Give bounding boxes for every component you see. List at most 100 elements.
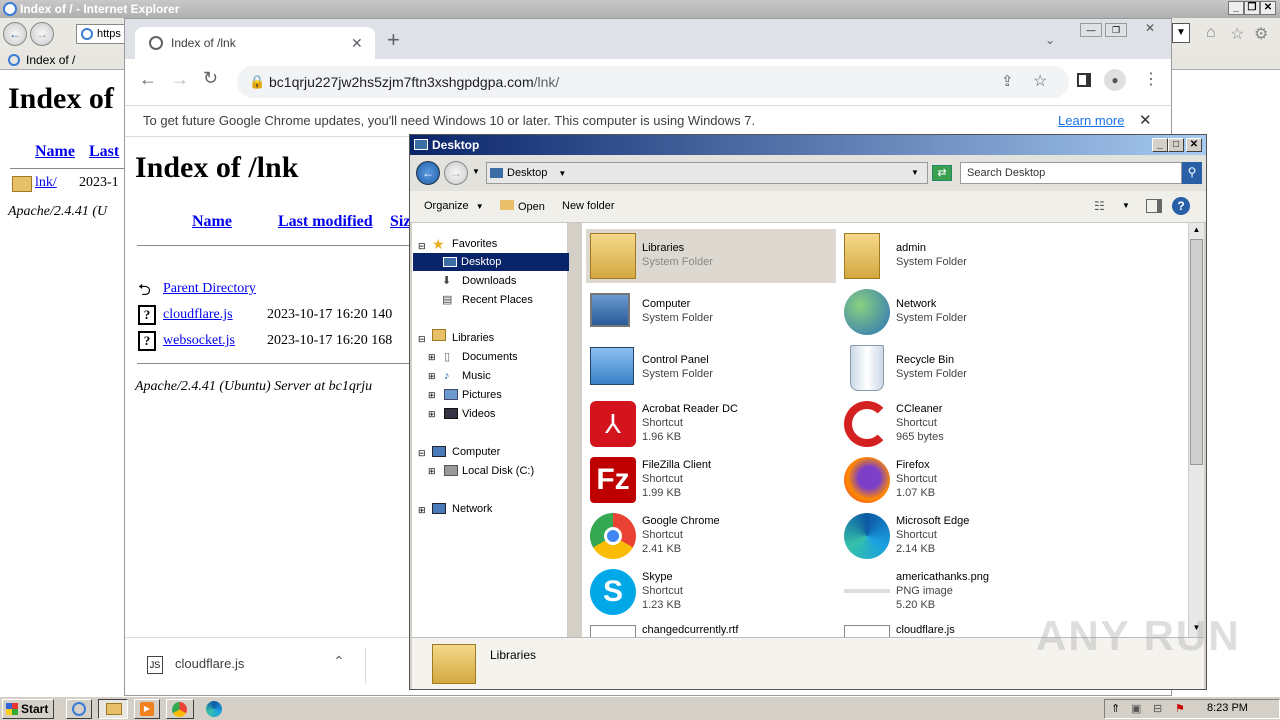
- ie-col-name-link[interactable]: Name: [35, 143, 75, 161]
- nav-music[interactable]: Music: [462, 367, 491, 385]
- breadcrumb-chevron-icon[interactable]: ▼: [558, 169, 566, 178]
- search-magnifier-icon[interactable]: ⚲: [1182, 162, 1202, 184]
- bookmark-star-icon[interactable]: ☆: [1033, 66, 1047, 98]
- collapse-icon[interactable]: ⊟: [418, 330, 426, 348]
- taskbar-media-player[interactable]: ▶: [134, 699, 160, 719]
- ie-tab[interactable]: Index of /: [4, 51, 124, 69]
- file-item-skype[interactable]: S Skype Shortcut 1.23 KB: [586, 565, 836, 619]
- share-icon[interactable]: ⇪: [1001, 66, 1014, 98]
- nav-recent-places[interactable]: Recent Places: [462, 291, 533, 309]
- tray-app-icon[interactable]: ▣: [1131, 702, 1141, 715]
- clock[interactable]: 8:23 PM: [1207, 702, 1248, 714]
- explorer-address-field[interactable]: Desktop ▼ ▼: [486, 162, 928, 184]
- change-view-icon[interactable]: ☷: [1094, 199, 1105, 213]
- organize-button[interactable]: Organize ▼: [424, 200, 484, 212]
- nav-pictures[interactable]: Pictures: [462, 386, 502, 404]
- new-folder-button[interactable]: New folder: [562, 200, 615, 212]
- close-window-icon[interactable]: ✕: [1135, 21, 1165, 37]
- forward-arrow-icon[interactable]: →: [444, 161, 468, 185]
- nav-videos[interactable]: Videos: [462, 405, 495, 423]
- file-link-cloudflare[interactable]: cloudflare.js: [163, 307, 233, 323]
- scrollbar-thumb[interactable]: [1190, 239, 1203, 465]
- tab-search-chevron-icon[interactable]: ⌄: [1045, 33, 1055, 47]
- refresh-icon[interactable]: ⇄: [932, 165, 952, 181]
- dropdown-icon[interactable]: ▼: [1172, 23, 1190, 43]
- close-icon[interactable]: ✕: [1260, 1, 1276, 15]
- nav-network[interactable]: Network: [452, 500, 492, 518]
- file-item-computer[interactable]: Computer System Folder: [586, 285, 836, 339]
- new-tab-icon[interactable]: +: [387, 27, 400, 53]
- recent-pages-chevron-icon[interactable]: ▼: [472, 167, 480, 176]
- file-item-changedcurrently[interactable]: changedcurrently.rtf: [586, 621, 836, 637]
- close-icon[interactable]: ✕: [1186, 138, 1202, 152]
- restore-icon[interactable]: ❐: [1105, 23, 1127, 37]
- minimize-icon[interactable]: _: [1152, 138, 1168, 152]
- start-button[interactable]: Start: [2, 699, 54, 719]
- nav-documents[interactable]: Documents: [462, 348, 518, 366]
- chrome-tab[interactable]: Index of /lnk ✕: [135, 27, 375, 59]
- maximize-icon[interactable]: □: [1168, 138, 1184, 152]
- minimize-icon[interactable]: _: [1228, 1, 1244, 15]
- back-arrow-icon[interactable]: ←: [416, 161, 440, 185]
- reload-icon[interactable]: ↻: [203, 68, 218, 89]
- file-item-chrome[interactable]: Google Chrome Shortcut 2.41 KB: [586, 509, 836, 563]
- collapse-icon[interactable]: ⊟: [418, 444, 426, 462]
- home-icon[interactable]: ⌂: [1206, 24, 1216, 42]
- file-item-network[interactable]: Network System Folder: [840, 285, 1090, 339]
- forward-arrow-icon[interactable]: →: [171, 69, 189, 90]
- file-item-libraries[interactable]: Libraries System Folder: [586, 229, 836, 283]
- settings-gear-icon[interactable]: ⚙: [1254, 24, 1268, 44]
- expand-icon[interactable]: ⊞: [418, 501, 426, 519]
- omnibox[interactable]: 🔒 bc1qrju227jw2hs5zjm7ftn3xshgpdgpa.com/…: [237, 66, 1069, 98]
- learn-more-link[interactable]: Learn more: [1058, 106, 1124, 136]
- parent-directory-link[interactable]: Parent Directory: [163, 281, 256, 297]
- close-tab-icon[interactable]: ✕: [351, 27, 363, 59]
- help-icon[interactable]: ?: [1172, 197, 1190, 215]
- file-item-filezilla[interactable]: Fz FileZilla Client Shortcut 1.99 KB: [586, 453, 836, 507]
- back-arrow-icon[interactable]: ←: [3, 22, 27, 46]
- nav-downloads[interactable]: Downloads: [462, 272, 516, 290]
- chevron-up-icon[interactable]: ⌃: [333, 653, 345, 670]
- scroll-up-icon[interactable]: ▲: [1190, 223, 1203, 237]
- file-item-ccleaner[interactable]: CCleaner Shortcut 965 bytes: [840, 397, 1090, 451]
- edge-logo-icon[interactable]: [206, 701, 222, 717]
- minimize-icon[interactable]: —: [1080, 23, 1102, 37]
- close-infobar-icon[interactable]: ✕: [1139, 106, 1152, 136]
- vertical-scrollbar[interactable]: ▲ ▼: [1188, 223, 1204, 637]
- show-hidden-icons-icon[interactable]: ⇑: [1111, 702, 1120, 715]
- nav-desktop-selected[interactable]: Desktop: [413, 253, 569, 271]
- download-item[interactable]: JS cloudflare.js ⌃: [125, 638, 365, 694]
- expand-icon[interactable]: ⊞: [428, 405, 436, 423]
- nav-favorites[interactable]: Favorites: [452, 235, 497, 253]
- col-modified-link[interactable]: Last modified: [278, 213, 373, 231]
- ie-col-last-link[interactable]: Last: [89, 143, 119, 161]
- expand-icon[interactable]: ⊞: [428, 367, 436, 385]
- ie-row-link[interactable]: lnk/: [35, 175, 57, 191]
- menu-kebab-icon[interactable]: ⋮: [1143, 69, 1159, 89]
- taskbar-chrome[interactable]: [166, 699, 194, 719]
- address-dropdown-icon[interactable]: ▼: [911, 163, 919, 183]
- nav-local-disk[interactable]: Local Disk (C:): [462, 462, 534, 480]
- taskbar-ie[interactable]: [66, 699, 92, 719]
- view-dropdown-icon[interactable]: ▼: [1122, 201, 1130, 210]
- forward-arrow-icon[interactable]: →: [30, 22, 54, 46]
- restore-icon[interactable]: ❐: [1244, 1, 1260, 15]
- col-name-link[interactable]: Name: [192, 213, 232, 231]
- nav-libraries[interactable]: Libraries: [452, 329, 494, 347]
- file-item-edge[interactable]: Microsoft Edge Shortcut 2.14 KB: [840, 509, 1090, 563]
- action-center-flag-icon[interactable]: ⚑: [1175, 702, 1185, 715]
- profile-avatar-icon[interactable]: ●: [1104, 69, 1126, 91]
- col-size-link[interactable]: Siz: [390, 213, 410, 231]
- file-item-firefox[interactable]: Firefox Shortcut 1.07 KB: [840, 453, 1090, 507]
- nav-computer[interactable]: Computer: [452, 443, 500, 461]
- network-tray-icon[interactable]: ⊟: [1153, 702, 1162, 715]
- expand-icon[interactable]: ⊞: [428, 386, 436, 404]
- file-item-acrobat[interactable]: ⅄ Acrobat Reader DC Shortcut 1.96 KB: [586, 397, 836, 451]
- preview-pane-icon[interactable]: [1146, 199, 1162, 213]
- file-item-control-panel[interactable]: Control Panel System Folder: [586, 341, 836, 395]
- search-input[interactable]: Search Desktop: [960, 162, 1182, 184]
- expand-icon[interactable]: ⊞: [428, 348, 436, 366]
- taskbar-explorer[interactable]: [98, 699, 128, 719]
- file-item-recycle-bin[interactable]: Recycle Bin System Folder: [840, 341, 1090, 395]
- side-panel-icon[interactable]: [1077, 73, 1091, 87]
